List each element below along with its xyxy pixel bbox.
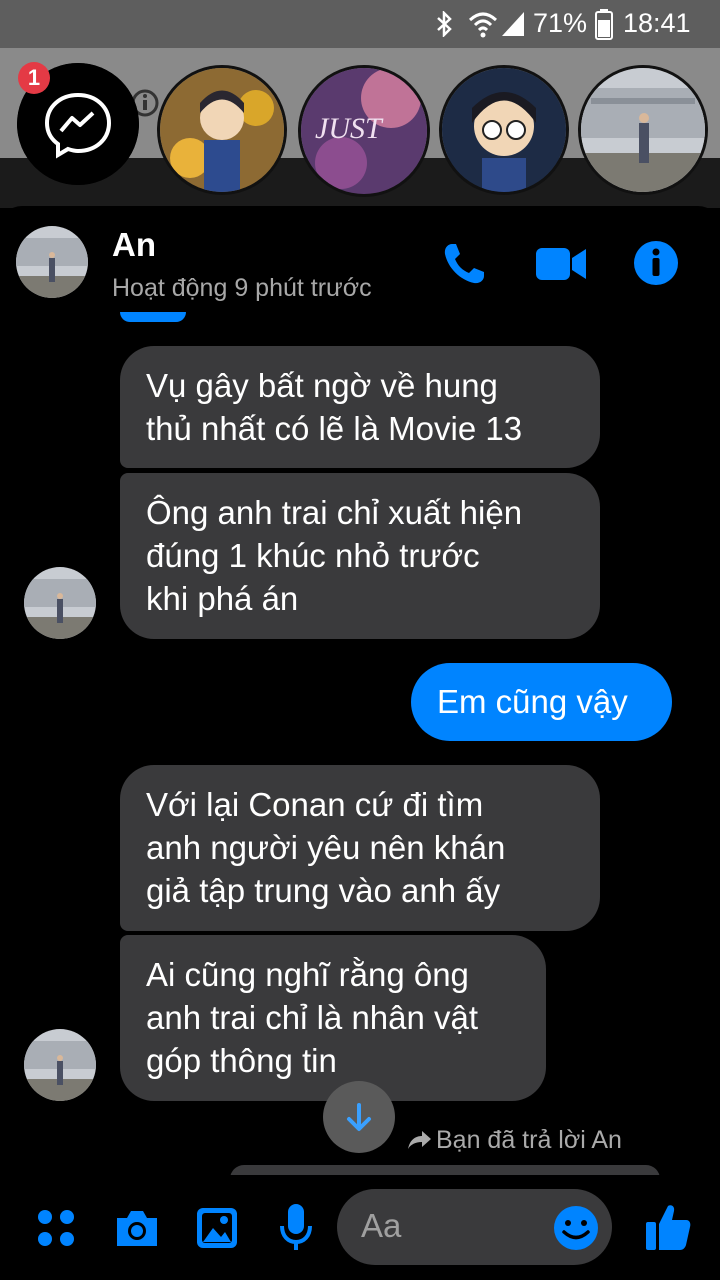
message-line: thủ nhất có lẽ là Movie 13 — [146, 410, 523, 447]
contact-avatar[interactable] — [16, 226, 88, 298]
sender-avatar[interactable] — [24, 567, 96, 639]
chat-head-1[interactable] — [157, 65, 287, 195]
message-line: giả tập trung vào anh ấy — [146, 872, 501, 909]
message-line: đúng 1 khúc nhỏ trước — [146, 537, 480, 574]
emoji-icon[interactable] — [553, 1205, 599, 1251]
chat-head-1-avatar — [160, 68, 284, 192]
message-line: Vụ gây bất ngờ về hung — [146, 367, 498, 404]
arrow-down-icon — [347, 1103, 371, 1131]
chat-head-4[interactable] — [578, 65, 708, 195]
my-message-bubble[interactable]: Em cũng vậy — [411, 663, 672, 741]
notification-badge: 1 — [18, 62, 50, 94]
phone-icon[interactable] — [440, 240, 488, 288]
message-bubble[interactable]: Ông anh trai chỉ xuất hiện đúng 1 khúc n… — [120, 473, 600, 639]
battery-icon — [595, 9, 613, 40]
reply-note-text: Bạn đã trả lời An — [436, 1126, 622, 1154]
chat-head-2-avatar: JUST — [301, 68, 427, 194]
sender-avatar-image — [24, 567, 96, 639]
battery-percent: 71% — [533, 8, 588, 38]
scroll-to-bottom-button[interactable] — [323, 1081, 395, 1153]
contact-avatar-image — [16, 226, 88, 298]
reply-arrow-icon — [408, 1131, 431, 1149]
message-bubble[interactable]: Vụ gây bất ngờ về hung thủ nhất có lẽ là… — [120, 346, 600, 468]
reply-indicator: Bạn đã trả lời An — [406, 1126, 622, 1155]
message-line: Với lại Conan cứ đi tìm — [146, 786, 484, 823]
message-input[interactable]: Aa — [337, 1189, 612, 1265]
info-icon[interactable] — [633, 240, 679, 286]
message-input-placeholder: Aa — [361, 1207, 402, 1244]
message-line: anh người yêu nên khán — [146, 829, 506, 866]
microphone-icon[interactable] — [278, 1202, 314, 1252]
svg-text:JUST: JUST — [315, 112, 384, 145]
chat-head-4-avatar — [581, 68, 705, 192]
apps-grid-icon[interactable] — [36, 1208, 76, 1248]
contact-name[interactable]: An — [112, 226, 156, 264]
signal-icon — [502, 12, 524, 36]
thumbs-up-icon[interactable] — [644, 1202, 692, 1252]
clock: 18:41 — [623, 8, 691, 38]
chat-head-3[interactable] — [439, 65, 569, 195]
message-line: góp thông tin — [146, 1042, 337, 1079]
sender-avatar[interactable] — [24, 1029, 96, 1101]
message-line: khi phá án — [146, 580, 299, 617]
message-bubble[interactable]: Với lại Conan cứ đi tìm anh người yêu nê… — [120, 765, 600, 931]
previous-message-edge — [120, 312, 186, 322]
video-camera-icon[interactable] — [534, 244, 588, 284]
message-line: Em cũng vậy — [437, 683, 628, 720]
message-line: Ai cũng nghĩ rằng ông — [146, 956, 469, 993]
wifi-icon — [468, 12, 498, 38]
sender-avatar-image — [24, 1029, 96, 1101]
chat-head-2[interactable]: JUST — [298, 65, 430, 197]
gallery-icon[interactable] — [195, 1206, 239, 1250]
message-line: Ông anh trai chỉ xuất hiện — [146, 494, 523, 531]
status-bar: 71% 18:41 — [0, 0, 720, 48]
message-bubble[interactable]: Ai cũng nghĩ rằng ông anh trai chỉ là nh… — [120, 935, 546, 1101]
bluetooth-icon — [437, 11, 452, 37]
chat-head-3-avatar — [442, 68, 566, 192]
message-line: anh trai chỉ là nhân vật — [146, 999, 479, 1036]
camera-icon[interactable] — [113, 1206, 161, 1250]
contact-active-status: Hoạt động 9 phút trước — [112, 274, 372, 302]
